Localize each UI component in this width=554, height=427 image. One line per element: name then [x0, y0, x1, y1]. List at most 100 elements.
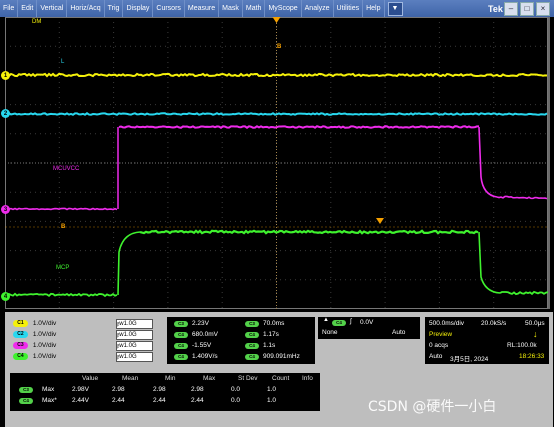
top-label: DM — [32, 19, 41, 25]
brand-logo: Tek — [488, 0, 503, 17]
waveform-graticule — [5, 17, 548, 309]
ch1-marker[interactable]: 1 — [1, 71, 10, 80]
menu-mask[interactable]: Mask — [219, 0, 243, 17]
time: 18:26:33 — [519, 353, 544, 360]
meas-badge: C4 — [245, 354, 259, 360]
row-cell: 2.98 — [112, 386, 125, 393]
trigger-mode: Auto — [392, 329, 405, 336]
menu-cursors[interactable]: Cursors — [153, 0, 185, 17]
meas-badge: C4 — [174, 332, 188, 338]
row-cell: 2.98V — [72, 386, 89, 393]
row-name: Max* — [42, 397, 57, 404]
minimize-button[interactable]: – — [504, 2, 518, 16]
stats-header: Min — [165, 375, 175, 382]
stats-header: Mean — [122, 375, 138, 382]
menu-dropdown-button[interactable]: ▼ — [388, 2, 403, 16]
meas-value: 1.17s — [263, 331, 279, 338]
ch1-bandwidth[interactable]: ᵦw1.0G — [116, 319, 153, 329]
acq-state: Preview — [429, 331, 452, 338]
date: 3月5日, 2024 — [450, 353, 488, 363]
menu-file[interactable]: File — [0, 0, 18, 17]
down-arrow-icon: ↓ — [533, 329, 538, 339]
menu-horiz-acq[interactable]: Horiz/Acq — [67, 0, 104, 17]
row-cell: 1.0 — [267, 397, 276, 404]
trigger-readout[interactable]: C4 ∫ 0.0V None Auto — [318, 317, 420, 339]
meas-badge: C4 — [245, 332, 259, 338]
ch2-badge: C2 — [13, 331, 28, 338]
ch3-scale: 1.0V/div — [33, 342, 57, 349]
meas-value: 70.0ms — [263, 320, 284, 327]
waveform-display[interactable]: DM L MCUVCC MCP B B 1 2 3 4 — [5, 17, 550, 309]
ch4-badge: C4 — [13, 353, 28, 360]
ch4-label: MCP — [56, 265, 69, 271]
menu-utilities[interactable]: Utilities — [334, 0, 364, 17]
row-cell: 2.44 — [153, 397, 166, 404]
maximize-button[interactable]: □ — [520, 2, 534, 16]
watermark-text: CSDN @硬件一小白 — [368, 396, 496, 416]
trigger-position-label: B — [277, 44, 281, 50]
trigger-level: 0.0V — [360, 319, 373, 326]
menu-analyze[interactable]: Analyze — [302, 0, 334, 17]
menu-myscope[interactable]: MyScope — [265, 0, 301, 17]
ch4-marker[interactable]: 4 — [1, 292, 10, 301]
ch1-scale: 1.0V/div — [33, 320, 57, 327]
stats-header: Max — [203, 375, 215, 382]
row-name: Max — [42, 386, 54, 393]
menu-trig[interactable]: Trig — [105, 0, 124, 17]
window-controls: – □ × — [504, 2, 550, 16]
meas-badge: C4 — [174, 354, 188, 360]
bw-icon: ᵦw — [117, 321, 124, 327]
table-row[interactable]: C4 Max* 2.44V 2.44 2.44 2.44 0.0 1.0 — [10, 397, 320, 407]
menu-measure[interactable]: Measure — [185, 0, 219, 17]
ch4-trace-high — [140, 231, 478, 233]
up-arrow-icon: ▲ — [323, 317, 329, 323]
acq-count: 0 acqs — [429, 342, 448, 349]
ch1-badge: C1 — [13, 320, 28, 327]
row-cell: 0.0 — [231, 397, 240, 404]
ch4-bandwidth[interactable]: ᵦw1.0G — [116, 352, 153, 362]
ch4-trace — [5, 294, 117, 296]
meas-badge: C3 — [245, 321, 259, 327]
menu-help[interactable]: Help — [363, 0, 384, 17]
measurement-stats-table[interactable]: Value Mean Min Max St Dev Count Info C3 … — [10, 373, 320, 411]
ch3-bandwidth[interactable]: ᵦw1.0G — [116, 341, 153, 351]
row-badge: C4 — [19, 398, 33, 404]
close-button[interactable]: × — [536, 2, 550, 16]
stats-header: St Dev — [238, 375, 258, 382]
row-cell: 2.44V — [72, 397, 89, 404]
ch2-bandwidth[interactable]: ᵦw1.0G — [116, 330, 153, 340]
ch2-marker[interactable]: 2 — [1, 109, 10, 118]
row-cell: 1.0 — [267, 386, 276, 393]
menu-edit[interactable]: Edit — [18, 0, 37, 17]
ch3-trace — [5, 208, 117, 209]
ch3-badge: C3 — [13, 342, 28, 349]
run-mode: Auto — [429, 353, 442, 360]
menu-bar: File Edit Vertical Horiz/Acq Trig Displa… — [0, 0, 554, 17]
bw-icon: ᵦw — [117, 332, 124, 338]
row-cell: 2.44 — [191, 397, 204, 404]
menu-math[interactable]: Math — [243, 0, 266, 17]
ch4-scale: 1.0V/div — [33, 353, 57, 360]
menu-items: File Edit Vertical Horiz/Acq Trig Displa… — [0, 0, 403, 17]
table-row[interactable]: C3 Max 2.98V 2.98 2.98 2.98 0.0 1.0 — [10, 386, 320, 396]
ch3-trace-high — [119, 126, 479, 128]
bw-icon: ᵦw — [117, 343, 124, 349]
meas-value: 2.23V — [192, 320, 209, 327]
ch4-rising-edge — [118, 232, 140, 295]
trigger-slope-icon: ∫ — [350, 318, 352, 325]
meas-badge: C4 — [174, 343, 188, 349]
ch1-trace — [5, 74, 547, 76]
row-cell: 2.98 — [191, 386, 204, 393]
menu-vertical[interactable]: Vertical — [37, 0, 67, 17]
ch4-trace-low — [500, 292, 548, 294]
measurement-readouts[interactable]: C3 2.23V C4 680.0mV C4 -1.55V C4 1.409V/… — [167, 317, 315, 364]
trigger-source-badge: C4 — [332, 320, 346, 326]
ch1-label: L — [61, 59, 64, 65]
menu-display[interactable]: Display — [123, 0, 153, 17]
ch3-falling-edge — [479, 127, 497, 197]
record-length: RL:100.0k — [507, 342, 537, 349]
ch3-marker[interactable]: 3 — [1, 205, 10, 214]
ch2-scale: 1.0V/div — [33, 331, 57, 338]
horizontal-readout[interactable]: 500.0ms/div 20.0kS/s 50.0μs Preview ↓ 0 … — [425, 317, 549, 364]
chevron-down-icon: ▼ — [392, 5, 399, 12]
